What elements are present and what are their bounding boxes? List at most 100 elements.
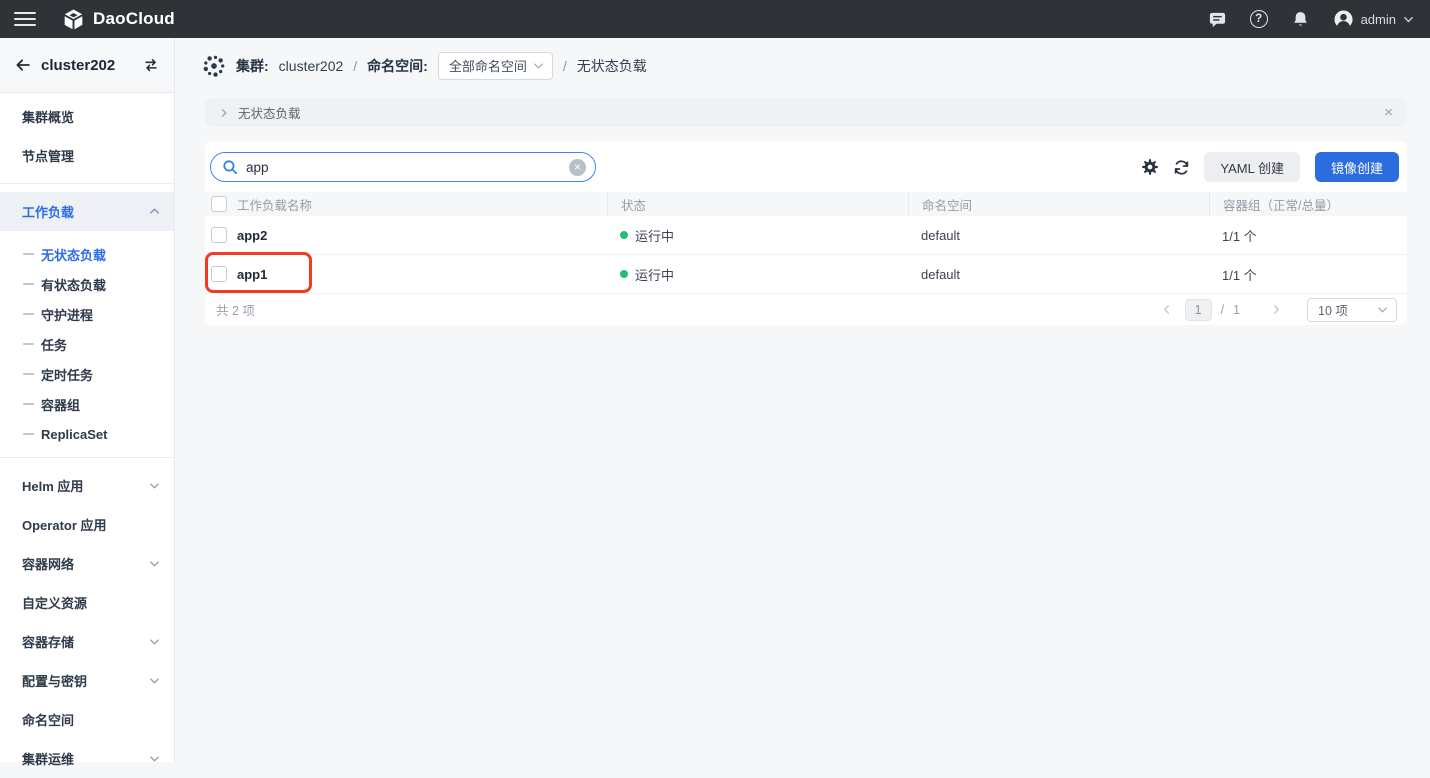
pagination-bar: 共 2 项 / 1 10 项	[205, 294, 1407, 325]
status-dot-icon	[620, 231, 628, 239]
sidebar-item-label: 守护进程	[41, 305, 93, 324]
sidebar-item-label: Operator 应用	[22, 515, 107, 534]
page-number-input[interactable]	[1185, 299, 1212, 321]
namespace-selected-value: 全部命名空间	[449, 56, 527, 75]
refresh-icon[interactable]	[1172, 158, 1191, 177]
dash-icon	[23, 343, 34, 345]
sidebar-item-cluster-overview[interactable]: 集群概览	[0, 97, 174, 136]
help-glyph: ?	[1255, 13, 1262, 25]
sidebar-item-pods[interactable]: 容器组	[0, 389, 174, 419]
top-bar: DaoCloud ? admin	[0, 0, 1430, 38]
dash-icon	[23, 313, 34, 315]
chevron-down-icon	[533, 60, 544, 71]
menu-hamburger-icon[interactable]	[14, 12, 36, 26]
select-all-checkbox[interactable]	[211, 196, 227, 212]
sidebar-item-label: 命名空间	[22, 710, 74, 729]
sidebar-item-jobs[interactable]: 任务	[0, 329, 174, 359]
chevron-down-icon	[149, 636, 160, 647]
notification-bell-icon[interactable]	[1291, 10, 1310, 29]
table-row[interactable]: app2 运行中 default 1/1 个	[205, 216, 1407, 255]
sidebar-item-replicasets[interactable]: ReplicaSet	[0, 419, 174, 449]
toolbar: ×	[205, 141, 1407, 192]
daocloud-logo-icon	[62, 8, 85, 31]
sidebar-item-cronjobs[interactable]: 定时任务	[0, 359, 174, 389]
sidebar: cluster202 集群概览 节点管理 工作负载 无状态负载 有状态负载 守护…	[0, 38, 175, 762]
switch-cluster-icon[interactable]	[142, 56, 160, 74]
sidebar-item-container-storage[interactable]: 容器存储	[0, 622, 174, 661]
search-box: ×	[210, 152, 596, 182]
cluster-name: cluster202	[41, 57, 115, 74]
sidebar-item-custom-resources[interactable]: 自定义资源	[0, 583, 174, 622]
cluster-label: 集群:	[236, 56, 269, 76]
tab-label[interactable]: 无状态负载	[238, 103, 301, 122]
pods-cell: 1/1 个	[1209, 265, 1407, 284]
dash-icon	[23, 433, 34, 435]
image-create-button[interactable]: 镜像创建	[1315, 152, 1399, 182]
prev-page-icon[interactable]	[1157, 304, 1176, 315]
sidebar-item-label: 容器网络	[22, 554, 74, 573]
sidebar-item-label: 有状态负载	[41, 275, 106, 294]
toolbar-actions: YAML 创建 镜像创建	[1141, 152, 1399, 182]
help-icon[interactable]: ?	[1250, 10, 1268, 28]
chevron-down-icon	[1403, 14, 1414, 25]
topbar-actions: ? admin	[1208, 9, 1430, 30]
sidebar-item-container-network[interactable]: 容器网络	[0, 544, 174, 583]
sidebar-item-helm-apps[interactable]: Helm 应用	[0, 466, 174, 505]
breadcrumb-separator: /	[353, 58, 357, 74]
workload-name-link[interactable]: app2	[237, 228, 267, 243]
column-label: 工作负载名称	[237, 195, 312, 214]
column-label: 命名空间	[922, 195, 972, 214]
sidebar-item-config-secrets[interactable]: 配置与密钥	[0, 661, 174, 700]
total-pages: 1	[1233, 303, 1240, 317]
chevron-right-icon[interactable]	[219, 108, 229, 118]
sidebar-item-cluster-ops[interactable]: 集群运维	[0, 739, 174, 778]
sidebar-item-label: 容器组	[41, 395, 80, 414]
user-menu[interactable]: admin	[1333, 9, 1414, 30]
sidebar-item-label: 集群概览	[22, 107, 74, 126]
workload-panel: ×	[205, 141, 1407, 325]
brand-logo[interactable]: DaoCloud	[62, 8, 175, 31]
search-input[interactable]	[246, 160, 569, 175]
sidebar-item-operator-apps[interactable]: Operator 应用	[0, 505, 174, 544]
sidebar-item-node-management[interactable]: 节点管理	[0, 136, 174, 175]
sidebar-item-daemonsets[interactable]: 守护进程	[0, 299, 174, 329]
sidebar-item-deployments[interactable]: 无状态负载	[0, 239, 174, 269]
chevron-down-icon	[1377, 304, 1388, 315]
chevron-down-icon	[149, 753, 160, 764]
row-checkbox[interactable]	[211, 266, 227, 282]
clear-search-icon[interactable]: ×	[569, 159, 586, 176]
yaml-create-button[interactable]: YAML 创建	[1204, 152, 1300, 182]
namespace-label: 命名空间:	[367, 56, 428, 76]
sidebar-nav: 集群概览 节点管理 工作负载 无状态负载 有状态负载 守护进程 任务 定时任务 …	[0, 93, 174, 778]
status-text: 运行中	[635, 265, 674, 284]
tab-bar: 无状态负载 ×	[205, 98, 1407, 127]
settings-gear-icon[interactable]	[1141, 158, 1159, 176]
sidebar-item-workloads[interactable]: 工作负载	[0, 192, 174, 231]
next-page-icon[interactable]	[1267, 304, 1286, 315]
sidebar-item-label: 集群运维	[22, 749, 74, 768]
chevron-down-icon	[149, 558, 160, 569]
header-cell-status: 状态	[607, 192, 908, 216]
sidebar-item-statefulsets[interactable]: 有状态负载	[0, 269, 174, 299]
sidebar-item-label: 配置与密钥	[22, 671, 87, 690]
sidebar-item-label: 工作负载	[22, 202, 74, 221]
dash-icon	[23, 403, 34, 405]
row-checkbox[interactable]	[211, 227, 227, 243]
chevron-up-icon	[149, 206, 160, 217]
sidebar-divider	[0, 457, 174, 458]
main-content: 集群: cluster202 / 命名空间: 全部命名空间 / 无状态负载 无状…	[175, 38, 1430, 762]
workload-name-link[interactable]: app1	[237, 267, 267, 282]
close-icon[interactable]: ×	[1384, 105, 1393, 120]
status-cell: 运行中	[607, 265, 908, 284]
table-row[interactable]: app1 运行中 default 1/1 个	[205, 255, 1407, 294]
back-arrow-icon[interactable]	[14, 56, 32, 74]
avatar-icon	[1333, 9, 1354, 30]
sidebar-item-namespaces[interactable]: 命名空间	[0, 700, 174, 739]
chat-icon[interactable]	[1208, 10, 1227, 29]
page-size-select[interactable]: 10 项	[1307, 298, 1397, 322]
table-header: 工作负载名称 状态 命名空间 容器组（正常/总量）	[205, 192, 1407, 216]
sidebar-cluster-header: cluster202	[0, 38, 174, 93]
cluster-value[interactable]: cluster202	[279, 58, 344, 74]
namespace-select[interactable]: 全部命名空间	[438, 52, 553, 80]
sidebar-item-label: Helm 应用	[22, 476, 83, 495]
